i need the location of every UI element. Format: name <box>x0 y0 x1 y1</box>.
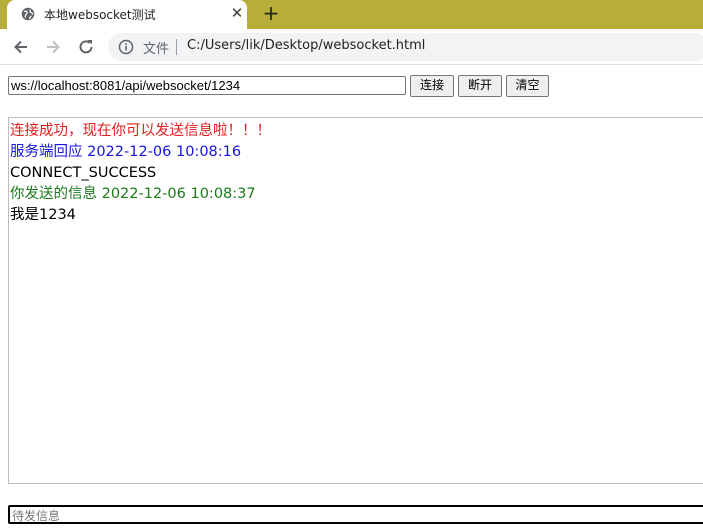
message-log[interactable]: 连接成功，现在你可以发送信息啦！！！ 服务端回应 2022-12-06 10:0… <box>8 117 703 484</box>
reload-icon[interactable] <box>76 37 96 57</box>
scheme-label: 文件 <box>143 42 170 57</box>
address-divider <box>176 39 177 55</box>
tab-title: 本地websocket测试 <box>44 8 156 22</box>
browser-toolbar: 文件 C:/Users/lik/Desktop/websocket.html <box>0 29 703 65</box>
address-text[interactable]: C:/Users/lik/Desktop/websocket.html <box>187 38 425 53</box>
close-tab-icon[interactable]: ✕ <box>229 5 245 21</box>
log-line: 你发送的信息 2022-12-06 10:08:37 <box>10 186 256 202</box>
disconnect-button[interactable]: 断开 <box>458 75 502 97</box>
log-line: 服务端回应 2022-12-06 10:08:16 <box>10 144 242 160</box>
info-icon[interactable] <box>118 39 134 55</box>
tab-strip: 本地websocket测试 ✕ + <box>0 0 703 29</box>
log-line: 我是1234 <box>10 207 76 223</box>
browser-tab[interactable]: 本地websocket测试 ✕ <box>7 0 247 29</box>
log-line: 连接成功，现在你可以发送信息啦！！！ <box>10 123 271 139</box>
message-input[interactable]: 待发信息 <box>8 505 703 524</box>
globe-icon <box>21 7 35 21</box>
connect-button[interactable]: 连接 <box>410 75 454 97</box>
websocket-url-input[interactable]: ws://localhost:8081/api/websocket/1234 <box>8 76 406 95</box>
back-arrow-icon[interactable] <box>11 37 31 57</box>
address-bar[interactable]: 文件 C:/Users/lik/Desktop/websocket.html <box>108 33 703 61</box>
forward-arrow-icon[interactable] <box>43 37 63 57</box>
log-line: CONNECT_SUCCESS <box>10 165 157 181</box>
new-tab-button[interactable]: + <box>260 2 282 24</box>
clear-button[interactable]: 清空 <box>506 75 549 97</box>
